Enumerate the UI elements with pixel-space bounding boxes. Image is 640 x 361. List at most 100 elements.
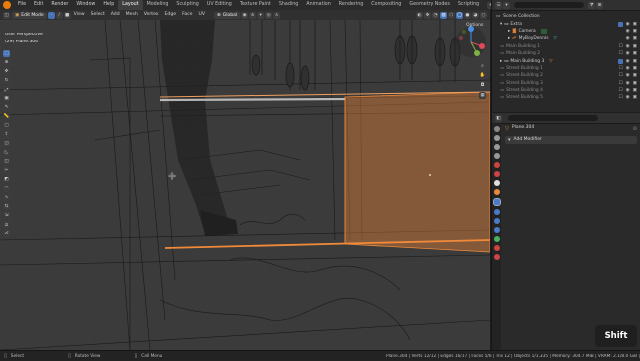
- tool-tab-icon[interactable]: [493, 126, 500, 132]
- bevel-tool-icon[interactable]: ◺: [3, 149, 10, 156]
- navigation-gizmo[interactable]: [455, 26, 487, 58]
- display-mode-icon[interactable]: ▾: [503, 1, 510, 9]
- 3d-viewport[interactable]: User Perspective (29) Plane.304 ⌕ ✋ ◘ ▦ …: [0, 20, 490, 350]
- tree-item-street-building-2[interactable]: ▭ Street Building 2 ☐ ◉ ▣: [492, 72, 640, 79]
- blender-logo-icon[interactable]: [3, 1, 11, 9]
- tab-rendering[interactable]: Rendering: [335, 0, 368, 10]
- overlay-icon[interactable]: ◔: [432, 11, 439, 19]
- tree-item-myboydennis[interactable]: ▸ ☍ MyBoyDennis ▽ ◉ ▣: [492, 35, 640, 42]
- tree-item-main-building-3[interactable]: ▸ ▭ Main Building 3 ▽ ◉ ▣: [492, 57, 640, 64]
- tree-item-main-building-1[interactable]: ▭ Main Building 1 ☐ ◉ ▣: [492, 43, 640, 50]
- exclude-checkbox[interactable]: ☐: [619, 81, 623, 86]
- tab-layout[interactable]: Layout: [118, 0, 143, 10]
- tree-item-street-building-1[interactable]: ▭ Street Building 1 ☐ ◉ ▣: [492, 65, 640, 72]
- pin-icon[interactable]: ⊙: [633, 126, 637, 132]
- menu-view[interactable]: View: [71, 10, 88, 20]
- camera-render-icon[interactable]: ▣: [633, 81, 637, 86]
- tab-animation[interactable]: Animation: [302, 0, 334, 10]
- camera-render-icon[interactable]: ▣: [633, 22, 637, 27]
- shear-tool-icon[interactable]: ⧄: [3, 221, 10, 228]
- camera-render-icon[interactable]: ▣: [633, 44, 637, 49]
- eye-icon[interactable]: ◉: [626, 66, 630, 71]
- camera-view-icon[interactable]: ◘: [479, 82, 486, 89]
- menu-mesh[interactable]: Mesh: [123, 10, 141, 20]
- include-checkbox[interactable]: [617, 58, 623, 64]
- outliner-editor-icon[interactable]: ☰: [495, 1, 502, 9]
- mode-selector[interactable]: ▣ Edit Mode: [12, 11, 47, 19]
- exclude-checkbox[interactable]: ☐: [619, 44, 623, 49]
- snap-target-icon[interactable]: ▾: [257, 11, 265, 19]
- pivot-icon[interactable]: ◉: [241, 11, 249, 19]
- annotate-tool-icon[interactable]: ✎: [3, 104, 10, 111]
- spin-tool-icon[interactable]: ◠: [3, 185, 10, 192]
- menu-edit[interactable]: Edit: [30, 0, 47, 10]
- tree-item-street-building-3[interactable]: ▭ Street Building 3 ☐ ◉ ▣: [492, 80, 640, 87]
- particles-tab-icon[interactable]: [493, 209, 500, 215]
- poly-build-tool-icon[interactable]: ◩: [3, 176, 10, 183]
- menu-file[interactable]: File: [14, 0, 30, 10]
- camera-render-icon[interactable]: ▣: [633, 88, 637, 93]
- world-tab-icon[interactable]: [493, 171, 500, 177]
- exclude-checkbox[interactable]: ☐: [619, 51, 623, 56]
- add-modifier-button[interactable]: ▾ Add Modifier: [505, 136, 637, 144]
- expand-arrow-icon[interactable]: ▸: [508, 29, 510, 34]
- menu-render[interactable]: Render: [47, 0, 72, 10]
- tab-shading[interactable]: Shading: [275, 0, 303, 10]
- menu-uv[interactable]: UV: [195, 10, 208, 20]
- cursor-tool-icon[interactable]: ⊕: [3, 59, 10, 66]
- material-shading-icon[interactable]: ◕: [472, 11, 479, 19]
- pan-hand-icon[interactable]: ✋: [479, 72, 486, 79]
- select-box-icon[interactable]: ⬚: [3, 50, 10, 57]
- edge-select-icon[interactable]: /: [55, 11, 63, 19]
- tab-texture-paint[interactable]: Texture Paint: [236, 0, 275, 10]
- outliner-search-input[interactable]: [514, 2, 584, 8]
- perspective-toggle-icon[interactable]: ▦: [479, 92, 486, 99]
- texture-tab-icon[interactable]: [493, 254, 500, 260]
- edge-slide-tool-icon[interactable]: ⇆: [3, 203, 10, 210]
- visibility-icon[interactable]: ◐: [416, 11, 423, 19]
- tree-item-extra[interactable]: ▾ ▭ Extra ◉ ▣: [492, 20, 640, 27]
- vertex-select-icon[interactable]: ·: [47, 11, 55, 19]
- properties-search-input[interactable]: [508, 115, 598, 121]
- tree-item-street-building-5[interactable]: ▭ Street Building 5 ☐ ◉ ▣: [492, 94, 640, 101]
- camera-render-icon[interactable]: ▣: [633, 73, 637, 78]
- options-dropdown[interactable]: Options: [466, 23, 483, 29]
- add-cube-tool-icon[interactable]: ▢: [3, 122, 10, 129]
- eye-icon[interactable]: ◉: [626, 44, 630, 49]
- eye-icon[interactable]: ◉: [626, 29, 630, 34]
- solid-shading-icon[interactable]: ●: [464, 11, 471, 19]
- scale-tool-icon[interactable]: ⤢: [3, 86, 10, 93]
- eye-icon[interactable]: ◉: [626, 81, 630, 86]
- expand-arrow-icon[interactable]: ▸: [500, 59, 502, 64]
- rip-tool-icon[interactable]: ⋌: [3, 230, 10, 237]
- eye-icon[interactable]: ◉: [626, 73, 630, 78]
- snap-icon[interactable]: ⋔: [249, 11, 257, 19]
- knife-tool-icon[interactable]: ✂: [3, 167, 10, 174]
- eye-icon[interactable]: ◉: [626, 59, 630, 64]
- camera-render-icon[interactable]: ▣: [633, 95, 637, 100]
- data-tab-icon[interactable]: [493, 236, 500, 242]
- view-layer-tab-icon[interactable]: [493, 153, 500, 159]
- eye-icon[interactable]: ◉: [626, 95, 630, 100]
- loop-cut-tool-icon[interactable]: ◫: [3, 158, 10, 165]
- menu-add[interactable]: Add: [108, 10, 123, 20]
- modifier-tab-icon[interactable]: [492, 198, 501, 206]
- exclude-checkbox[interactable]: ☐: [619, 66, 623, 71]
- gizmo-icon[interactable]: ✥: [424, 11, 431, 19]
- rotate-tool-icon[interactable]: ↻: [3, 77, 10, 84]
- xray-icon[interactable]: ▧: [440, 11, 447, 19]
- shrink-tool-icon[interactable]: ⇲: [3, 212, 10, 219]
- camera-render-icon[interactable]: ▣: [633, 29, 637, 34]
- measure-tool-icon[interactable]: 📏: [3, 113, 10, 120]
- eye-icon[interactable]: ◉: [626, 51, 630, 56]
- menu-window[interactable]: Window: [72, 0, 99, 10]
- constraints-tab-icon[interactable]: [493, 227, 500, 233]
- menu-edge[interactable]: Edge: [162, 10, 180, 20]
- tree-item-main-building-2[interactable]: ▭ Main Building 2 ☐ ◉ ▣: [492, 50, 640, 57]
- falloff-icon[interactable]: ∧: [273, 11, 281, 19]
- menu-vertex[interactable]: Vertex: [141, 10, 162, 20]
- tab-modeling[interactable]: Modeling: [143, 0, 173, 10]
- material-tab-icon[interactable]: [493, 245, 500, 251]
- tree-item-street-building-4[interactable]: ▭ Street Building 4 ☐ ◉ ▣: [492, 87, 640, 94]
- properties-editor-icon[interactable]: ◧: [495, 114, 502, 122]
